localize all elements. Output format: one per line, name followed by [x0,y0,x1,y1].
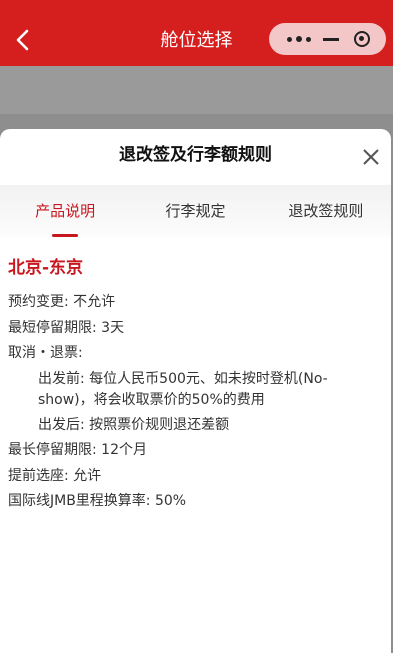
rule-after-departure: 出发后: 按照票价规则退还差额 [38,416,230,433]
rule-max-stay: 最长停留期限: 12个月 [8,442,147,458]
route-title: 北京-东京 [8,258,84,278]
tab-bar: 产品说明 行李规定 退改签规则 [0,185,391,237]
rule-min-stay: 最短停留期限: 3天 [8,319,125,336]
rule-before-departure: 出发前: 每位人民币500元、如未按时登机(No-show)，将会收取票价的50… [38,370,328,408]
rule-jmb-rate: 国际线JMB里程换算率: 50% [8,493,187,509]
mini-program-capsule [269,23,386,55]
tab-refund-change-rules[interactable]: 退改签规则 [261,185,391,237]
rules-sheet: 退改签及行李额规则 产品说明 行李规定 退改签规则 北京-东京 预约变更: 不允… [0,129,391,653]
rules-content: 北京-东京 预约变更: 不允许 最短停留期限: 3天 取消・退票: 出发前: 每… [8,256,383,515]
minimize-icon[interactable] [323,38,339,41]
rule-cancel-refund-title: 取消・退票: [8,345,83,361]
sheet-title: 退改签及行李额规则 [119,145,272,165]
background-content [0,66,393,164]
rule-reservation-change: 预约变更: 不允许 [8,294,116,310]
tab-product-description[interactable]: 产品说明 [0,185,130,237]
close-icon[interactable] [360,146,382,168]
exit-circle-icon[interactable] [354,31,370,47]
rule-seat-selection: 提前选座: 允许 [8,467,102,484]
more-icon[interactable] [281,23,317,55]
top-nav-bar: 舱位选择 [0,0,393,66]
tab-baggage-rules[interactable]: 行李规定 [130,185,260,237]
